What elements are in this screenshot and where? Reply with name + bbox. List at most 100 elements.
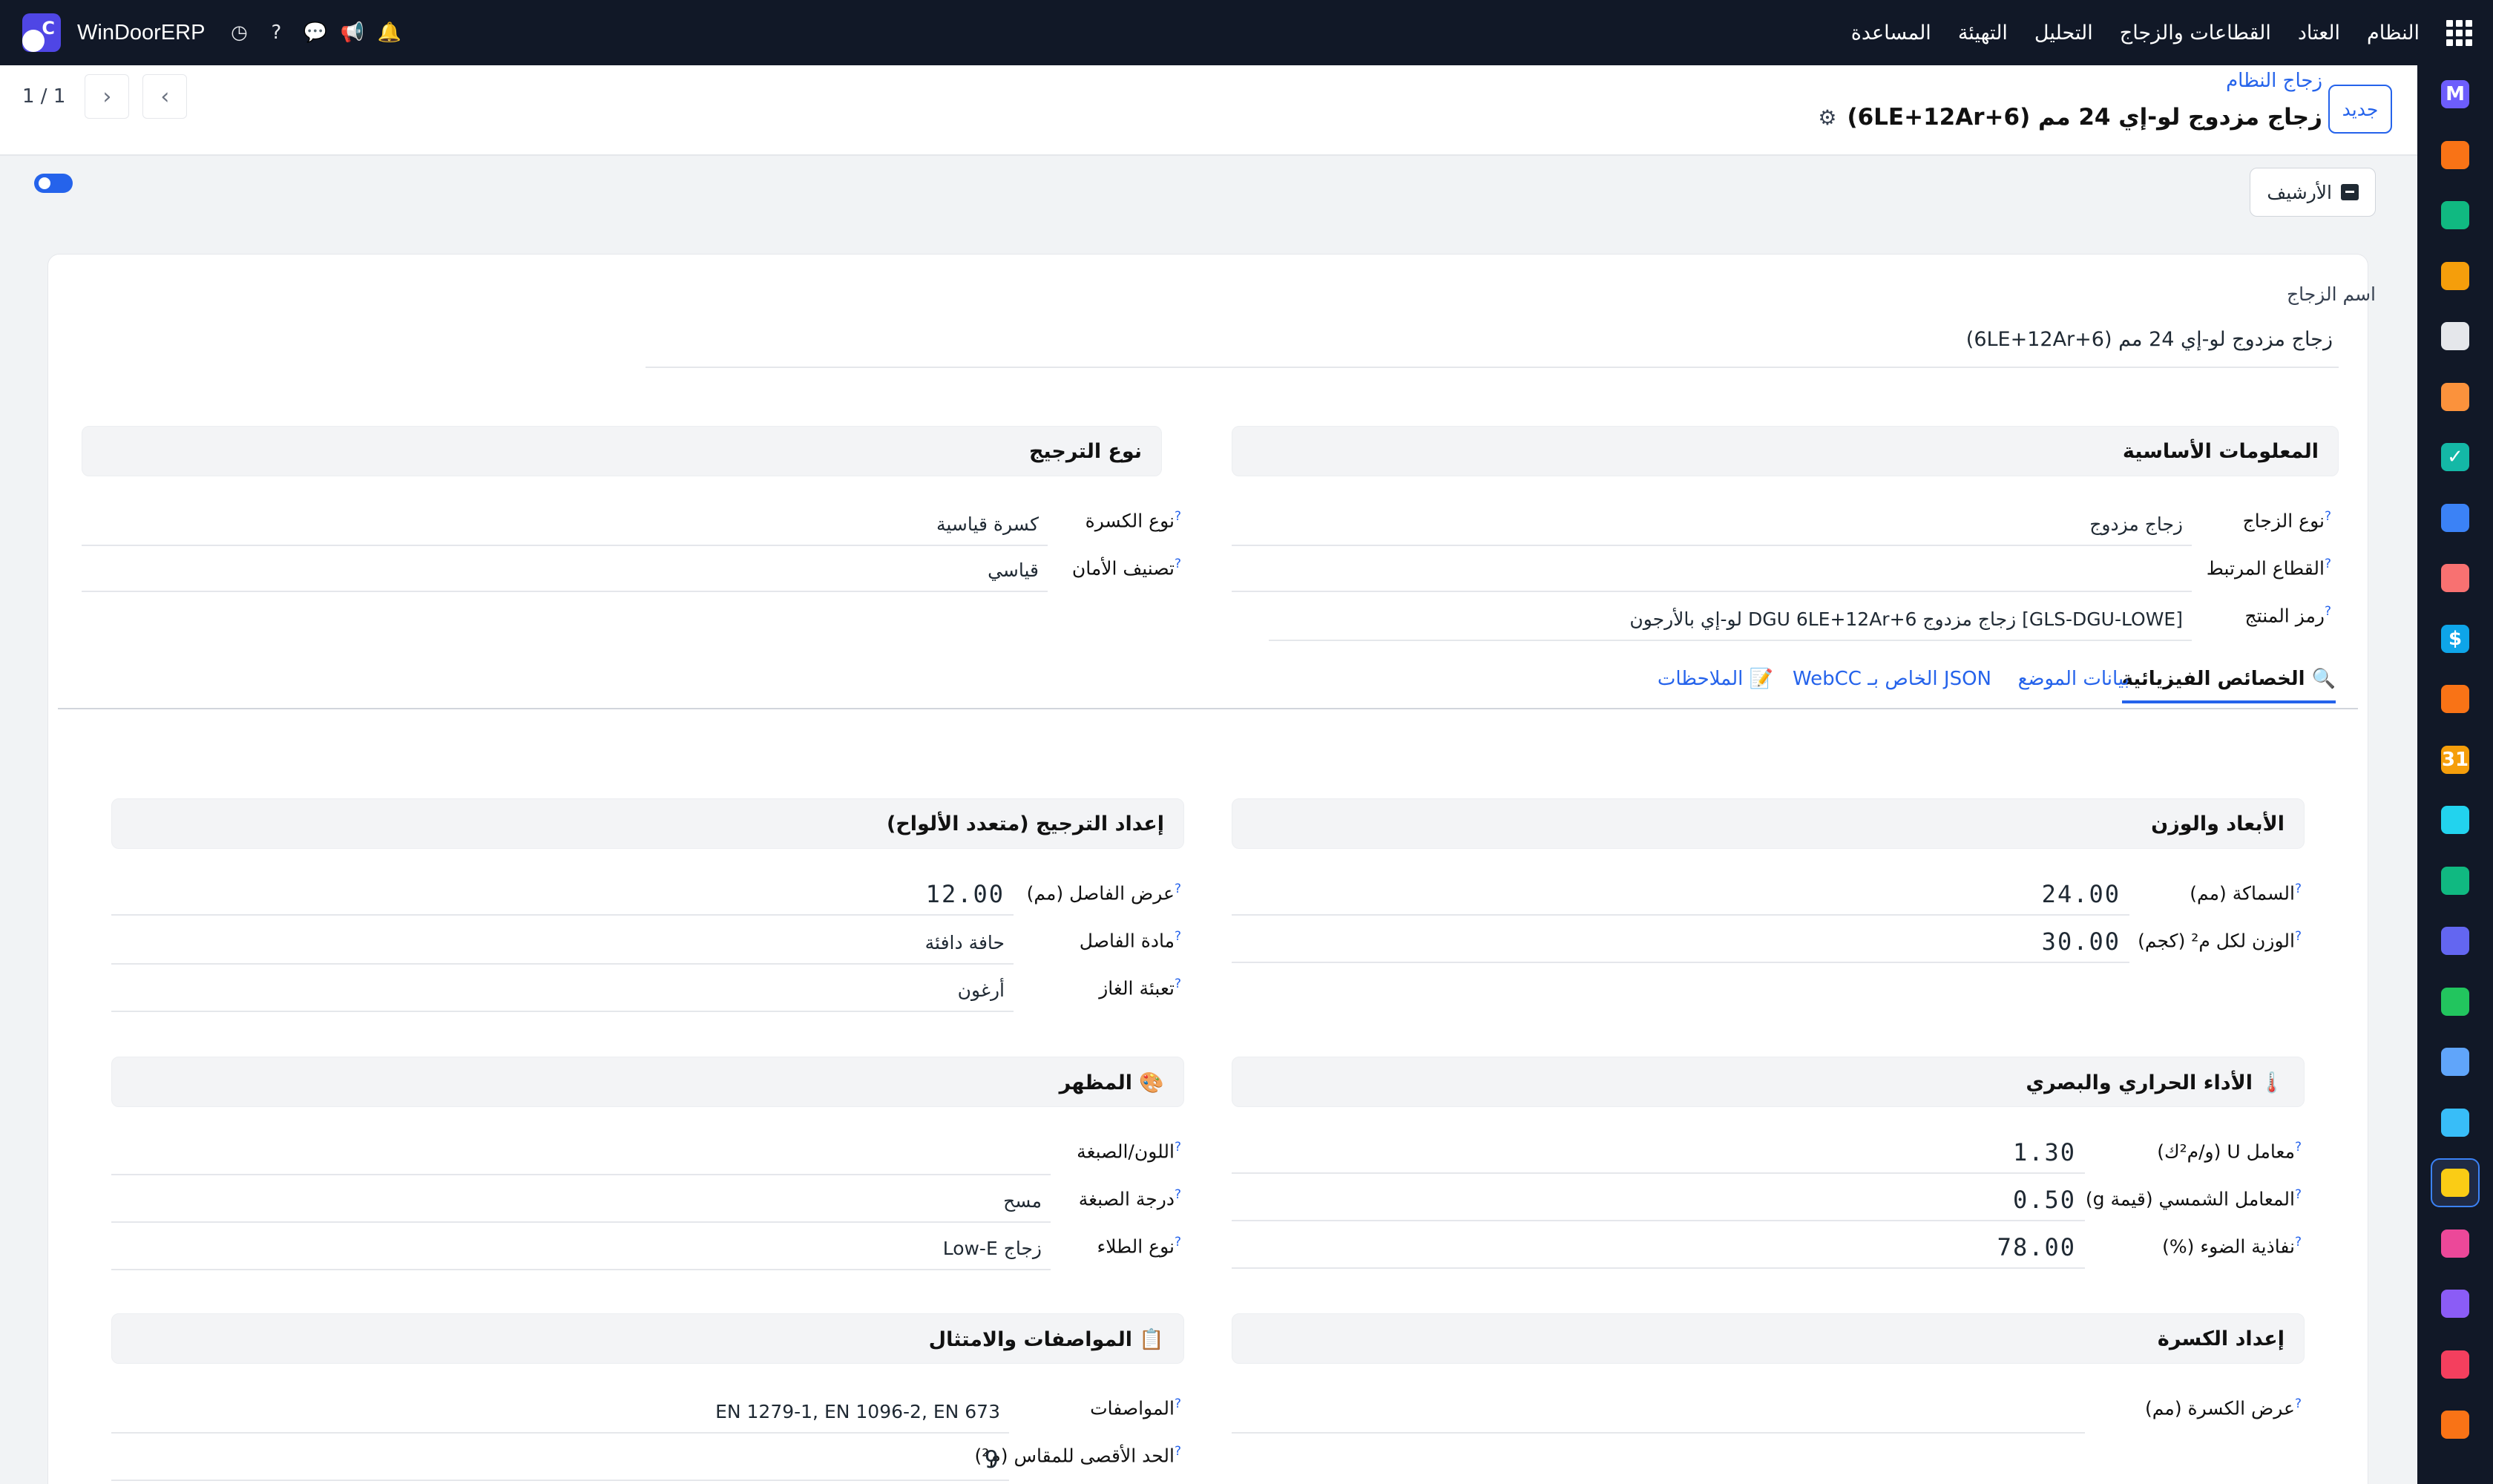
dock-app-button[interactable] [2431, 191, 2480, 240]
bead-setup-header: إعداد الكسرة [1232, 1313, 2305, 1364]
specifications-input[interactable]: EN 1279-1, EN 1096-2, EN 673 [111, 1392, 1009, 1434]
gas-fill-label: ?تعبئة الغاز [1099, 976, 1181, 999]
help-icon[interactable]: ? [266, 22, 286, 44]
dock-app-button[interactable]: M [2431, 70, 2480, 119]
menu-configuration[interactable]: التهيئة [1958, 22, 2008, 45]
spacer-width-label: ?عرض الفاصل (مم) [1026, 881, 1181, 904]
dock-app-button[interactable] [2431, 372, 2480, 421]
safety-class-select[interactable]: قياسي [82, 551, 1048, 592]
bell-icon[interactable]: 🔔 [377, 22, 401, 44]
light-transmission-input[interactable]: 78.00 [1232, 1227, 2085, 1269]
dock-app-button[interactable] [2431, 856, 2480, 905]
spacer-width-value: 12.00 [925, 880, 1005, 908]
record-title: زجاج مزدوج لو-إي 24 مم (6LE+12Ar+6) [1847, 104, 2322, 131]
bead-width-input[interactable] [1232, 1392, 2085, 1434]
dock-app-button[interactable]: $ [2431, 614, 2480, 663]
bead-width-label: ?عرض الكسرة (مم) [2145, 1396, 2302, 1419]
spacer-width-input[interactable]: 12.00 [111, 874, 1014, 916]
menu-hardware[interactable]: العتاد [2298, 22, 2340, 45]
pager-previous-button[interactable]: ‹ [142, 74, 188, 119]
menu-system[interactable]: النظام [2367, 22, 2420, 45]
dock-app-button[interactable] [2431, 252, 2480, 301]
section-title: المعلومات الأساسية [2122, 440, 2319, 463]
apps-grid-icon[interactable] [2446, 19, 2472, 46]
hexagon-app-icon [2441, 1290, 2469, 1318]
menu-help[interactable]: المساعدة [1851, 22, 1931, 45]
pager-value[interactable]: 1 / 1 [22, 85, 65, 108]
u-value-input[interactable]: 1.30 [1232, 1132, 2085, 1174]
dock-app-button[interactable] [2431, 916, 2480, 965]
gas-fill-select[interactable]: أرغون [111, 971, 1014, 1012]
gas-fill-value: أرغون [957, 979, 1005, 1001]
tint-select[interactable]: مسح [111, 1181, 1051, 1223]
new-record-button[interactable]: جديد [2328, 85, 2392, 134]
section-title: 🌡️ الأداء الحراري والبصري [2026, 1071, 2285, 1094]
dock-app-button[interactable] [2431, 795, 2480, 844]
related-profile-label: ?القطاع المرتبط [2206, 556, 2331, 580]
section-title: إعداد الكسرة [2157, 1327, 2285, 1350]
main-menu: النظام العتاد القطاعات والزجاج التحليل ا… [1851, 0, 2472, 65]
dock-app-button[interactable] [2431, 554, 2480, 603]
weight-value: 30.00 [2041, 928, 2121, 956]
thickness-input[interactable]: 24.00 [1232, 874, 2129, 916]
safety-class-label: ?تصنيف الأمان [1071, 556, 1181, 580]
dock-app-button[interactable] [2431, 1037, 2480, 1086]
glass-type-select[interactable]: زجاج مزدوج [1232, 505, 2192, 546]
dock-app-button[interactable] [2431, 1098, 2480, 1147]
g-value: 0.50 [2012, 1186, 2076, 1214]
clock-icon[interactable]: ◷ [229, 22, 249, 44]
spacer-material-label: ?مادة الفاصل [1079, 929, 1181, 952]
dock-app-button[interactable] [2431, 1158, 2480, 1207]
archive-button[interactable]: الأرشيف [2250, 168, 2376, 217]
safety-class-value: قياسي [988, 559, 1039, 581]
bead-type-select[interactable]: كسرة قياسية [82, 505, 1048, 546]
dock-app-button[interactable] [2431, 493, 2480, 542]
dimensions-header: الأبعاد والوزن [1232, 798, 2305, 849]
dock-app-button[interactable]: ✓ [2431, 433, 2480, 482]
menu-analysis[interactable]: التحليل [2034, 22, 2093, 45]
bar-chart-app-icon [2441, 261, 2469, 290]
megaphone-icon[interactable]: 📢 [340, 22, 364, 44]
appearance-header: 🎨 المظهر [111, 1057, 1184, 1107]
dock-app-button[interactable]: 31 [2431, 735, 2480, 784]
gear-icon[interactable]: ⚙ [1818, 105, 1836, 130]
active-toggle[interactable] [34, 174, 73, 193]
archive-box-icon [2341, 184, 2359, 200]
dock-app-button[interactable] [2431, 977, 2480, 1026]
tab-location-data[interactable]: بيانات الموضع [2018, 668, 2129, 690]
dock-app-button[interactable] [2431, 1340, 2480, 1389]
product-code-label: ?رمز المنتج [2244, 604, 2331, 627]
weight-input[interactable]: 30.00 [1232, 922, 2129, 963]
tab-webcc-json[interactable]: JSON الخاص بـ WebCC [1793, 668, 1991, 690]
product-code-select[interactable]: [GLS-DGU-LOWE] زجاج مزدوج DGU 6LE+12Ar+6… [1269, 600, 2192, 641]
coating-select[interactable]: زجاج Low-E [111, 1229, 1051, 1270]
dock-app-button[interactable] [2431, 131, 2480, 180]
max-size-input[interactable]: 9 [111, 1439, 1009, 1481]
coating-value: زجاج Low-E [942, 1238, 1042, 1259]
package-app-icon [2441, 564, 2469, 592]
color-select[interactable] [111, 1134, 1051, 1175]
pager-next-button[interactable]: › [85, 74, 130, 119]
dock-app-button[interactable] [2431, 1219, 2480, 1268]
chat-icon[interactable]: 💬 [303, 22, 326, 44]
navbar-systray: C WinDoorERP ◷ ? 💬 📢 🔔 [22, 0, 401, 65]
glass-name-value: زجاج مزدوج لو-إي 24 مم (6LE+12Ar+6) [1965, 328, 2333, 351]
max-size-value: 9 [984, 1445, 1000, 1474]
tab-physical-properties[interactable]: 🔍 الخصائص الفيزيائية [2121, 668, 2336, 703]
dock-app-button[interactable] [2431, 674, 2480, 723]
glass-name-input[interactable]: زجاج مزدوج لو-إي 24 مم (6LE+12Ar+6) [646, 321, 2339, 368]
calendar-app-icon: 31 [2441, 745, 2469, 774]
g-value-input[interactable]: 0.50 [1232, 1180, 2085, 1221]
page-title: زجاج مزدوج لو-إي 24 مم (6LE+12Ar+6) ⚙ [1818, 104, 2322, 131]
related-profile-select[interactable] [1232, 551, 2192, 592]
company-logo[interactable]: C [22, 13, 61, 52]
dock-app-button[interactable] [2431, 1400, 2480, 1449]
spacer-material-value: حافة دافئة [924, 932, 1005, 953]
breadcrumb-parent[interactable]: زجاج النظام [2226, 70, 2322, 92]
tab-notes[interactable]: 📝 الملاحظات [1658, 668, 1773, 690]
spacer-material-select[interactable]: حافة دافئة [111, 923, 1014, 965]
company-name[interactable]: WinDoorERP [77, 21, 205, 45]
menu-profiles-glass[interactable]: القطاعات والزجاج [2120, 22, 2271, 45]
dock-app-button[interactable] [2431, 312, 2480, 361]
dock-app-button[interactable] [2431, 1279, 2480, 1328]
